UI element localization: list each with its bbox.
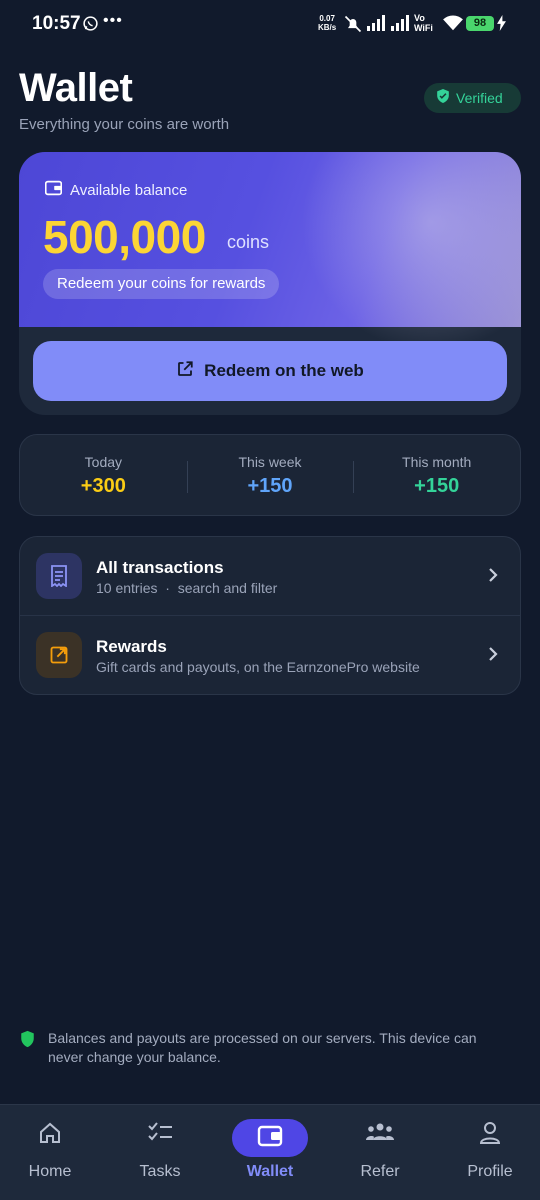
shield-icon xyxy=(20,1030,35,1053)
all-transactions-row[interactable]: All transactions 10 entries · search and… xyxy=(20,537,520,616)
stat-this-week: This week +150 xyxy=(186,435,354,515)
redeem-hint: Redeem your coins for rewards xyxy=(43,269,280,299)
stat-label: This week xyxy=(238,454,302,470)
page-subtitle: Everything your coins are worth xyxy=(19,116,230,133)
nav-refer[interactable]: Refer xyxy=(326,1105,434,1200)
tasks-icon xyxy=(147,1121,173,1148)
stat-label: This month xyxy=(402,454,472,470)
security-note-text: Balances and payouts are processed on ou… xyxy=(48,1030,477,1065)
signal-2-icon xyxy=(390,14,410,37)
stat-this-month: This month +150 xyxy=(353,435,520,515)
network-speed-unit: KB/s xyxy=(318,23,337,32)
balance-card: Available balance 500,000 coins Redeem y… xyxy=(19,152,521,415)
status-bar: 10:57 ••• 0.07 KB/s Vo WiFi 98 xyxy=(0,0,540,50)
wallet-icon xyxy=(257,1125,283,1152)
stat-label: Today xyxy=(84,454,123,470)
wallet-actions-list: All transactions 10 entries · search and… xyxy=(19,536,521,695)
redeem-web-button[interactable]: Redeem on the web xyxy=(33,341,507,401)
balance-label: Available balance xyxy=(70,182,188,199)
balance-summary: Available balance 500,000 coins Redeem y… xyxy=(19,152,521,352)
chevron-right-icon xyxy=(488,567,498,588)
people-icon xyxy=(365,1121,395,1148)
nav-label: Wallet xyxy=(246,1163,294,1180)
signal-1-icon xyxy=(366,14,386,37)
nav-label: Profile xyxy=(467,1163,513,1180)
earnings-stats: Today +300 This week +150 This month +15… xyxy=(19,434,521,516)
balance-label-row: Available balance xyxy=(44,180,188,201)
stat-today: Today +300 xyxy=(20,435,187,515)
stat-value: +150 xyxy=(247,475,293,497)
bottom-navigation: Home Tasks Wallet Refer Profile xyxy=(0,1104,540,1200)
balance-value: 500,000 xyxy=(43,211,206,263)
status-time: 10:57 xyxy=(32,13,81,34)
wallet-screen: 10:57 ••• 0.07 KB/s Vo WiFi 98 Wallet Ev… xyxy=(0,0,540,1200)
row-title: All transactions xyxy=(96,558,224,577)
external-link-icon xyxy=(176,360,194,383)
stat-value: +150 xyxy=(414,475,460,497)
nav-profile[interactable]: Profile xyxy=(436,1105,540,1200)
shield-check-icon xyxy=(436,88,450,109)
nav-label: Refer xyxy=(360,1163,400,1180)
whatsapp-icon xyxy=(82,15,99,37)
external-link-icon xyxy=(36,632,82,678)
home-icon xyxy=(38,1121,62,1150)
rewards-row[interactable]: Rewards Gift cards and payouts, on the E… xyxy=(20,616,520,695)
receipt-icon xyxy=(36,553,82,599)
nav-active-indicator xyxy=(232,1119,308,1157)
mute-icon xyxy=(343,14,363,39)
battery-indicator: 98 xyxy=(466,16,494,31)
row-subtitle: Gift cards and payouts, on the EarnzoneP… xyxy=(96,659,420,675)
nav-home[interactable]: Home xyxy=(0,1105,104,1200)
network-speed-value: 0.07 xyxy=(319,14,335,23)
nav-label: Home xyxy=(28,1163,72,1180)
verified-badge: Verified xyxy=(424,83,521,113)
vowifi-indicator: Vo WiFi xyxy=(414,13,433,33)
page-title: Wallet xyxy=(19,66,133,110)
person-icon xyxy=(479,1121,501,1150)
redeem-web-label: Redeem on the web xyxy=(204,361,364,380)
network-speed: 0.07 KB/s xyxy=(318,14,336,32)
nav-tasks[interactable]: Tasks xyxy=(106,1105,214,1200)
chevron-right-icon xyxy=(488,646,498,667)
nav-label: Tasks xyxy=(139,1163,181,1180)
verified-label: Verified xyxy=(456,90,503,106)
vowifi-top: Vo xyxy=(414,13,425,23)
vowifi-bottom: WiFi xyxy=(414,23,433,33)
row-subtitle: 10 entries · search and filter xyxy=(96,580,278,596)
nav-wallet[interactable]: Wallet xyxy=(216,1105,324,1200)
wifi-icon xyxy=(442,14,464,37)
charging-icon xyxy=(497,15,506,36)
wallet-icon xyxy=(44,180,63,201)
balance-unit: coins xyxy=(227,232,270,252)
stat-value: +300 xyxy=(80,475,126,497)
more-notifications-icon: ••• xyxy=(103,12,123,29)
row-title: Rewards xyxy=(96,637,167,656)
